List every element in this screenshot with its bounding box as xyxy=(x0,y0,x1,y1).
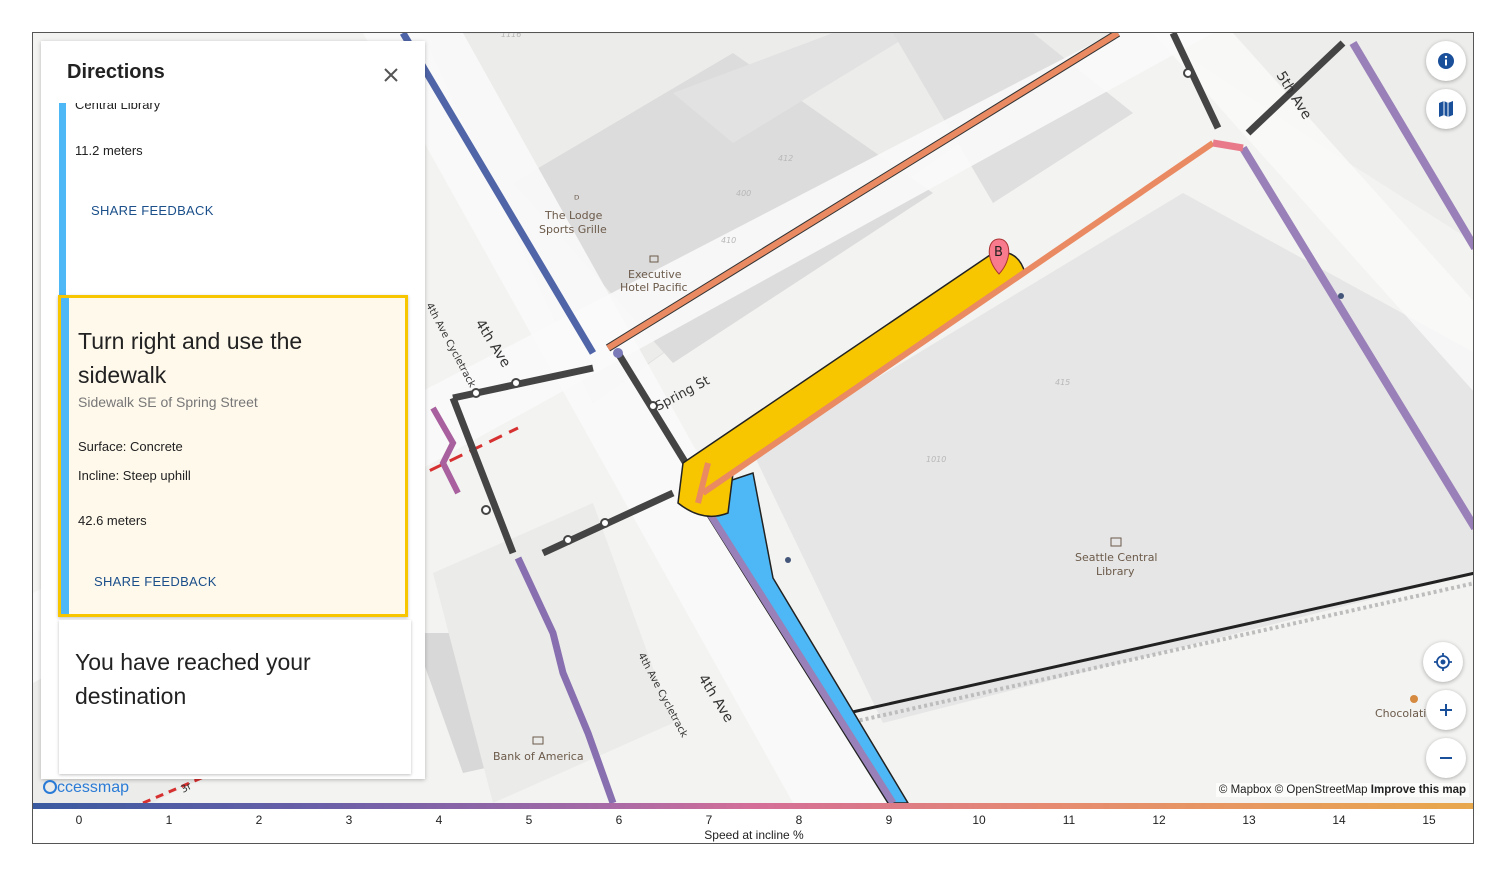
cafe-icon xyxy=(1410,695,1418,703)
legend-tick: 14 xyxy=(1332,813,1346,827)
arrival-text: destination xyxy=(75,683,187,709)
legend-tick: 11 xyxy=(1062,813,1076,827)
legend-tick: 5 xyxy=(525,813,533,827)
poi-hotel-1[interactable]: Executive xyxy=(628,268,682,281)
directions-panel: Directions Central Library 11.2 meters S… xyxy=(41,41,425,779)
legend-label: Speed at incline % xyxy=(704,828,804,842)
zoom-out-button[interactable] xyxy=(1426,738,1466,778)
poi-library-1[interactable]: Seattle Central xyxy=(1075,551,1158,564)
logo-text: ccessmap xyxy=(57,779,130,796)
legend-tick: 10 xyxy=(972,813,986,827)
legend-tick: 2 xyxy=(255,813,263,827)
building-number: 412 xyxy=(778,154,793,163)
info-button[interactable] xyxy=(1426,41,1466,81)
step-distance: 11.2 meters xyxy=(75,143,143,158)
improve-map-link[interactable]: Improve this map xyxy=(1371,784,1466,796)
legend-tick: 7 xyxy=(705,813,713,827)
step-title: sidewalk xyxy=(78,362,167,388)
panel-title: Directions xyxy=(67,61,165,83)
osm-attribution-link[interactable]: © OpenStreetMap xyxy=(1275,784,1368,796)
logo-mark-icon xyxy=(43,780,57,794)
legend-tick: 13 xyxy=(1242,813,1256,827)
legend-tick: 15 xyxy=(1422,813,1436,827)
map-layers-button[interactable] xyxy=(1426,89,1466,129)
step-street-name: Central Library xyxy=(75,103,161,112)
legend-tick: 12 xyxy=(1152,813,1166,827)
zoom-in-icon xyxy=(1440,704,1452,716)
zoom-in-button[interactable] xyxy=(1426,690,1466,730)
legend-tick: 1 xyxy=(165,813,173,827)
incline-legend: 0 1 2 3 4 5 6 7 8 9 10 11 12 13 14 15 Speed at incline … xyxy=(33,803,1473,843)
map-attribution: © Mapbox © OpenStreetMap Improve this ma… xyxy=(1215,783,1469,797)
info-icon xyxy=(1438,53,1454,69)
restaurant-icon: ᴰ xyxy=(574,193,579,206)
share-feedback-button[interactable]: SHARE FEEDBACK xyxy=(91,203,214,218)
map-frame: Spring St 4th Ave 4th Ave 5th Ave 4th Av… xyxy=(32,32,1474,844)
share-feedback-button[interactable]: SHARE FEEDBACK xyxy=(94,574,217,589)
geolocate-icon xyxy=(1434,653,1452,671)
building-number: 400 xyxy=(736,189,751,198)
poi-lodge-1[interactable]: The Lodge xyxy=(544,209,603,222)
zoom-out-icon xyxy=(1440,757,1452,759)
building-number: 415 xyxy=(1055,378,1070,387)
steps-list[interactable]: Central Library 11.2 meters SHARE FEEDBA… xyxy=(41,103,425,779)
building-number: 1116 xyxy=(501,33,521,39)
step-color-bar xyxy=(61,298,69,614)
marker-label: B xyxy=(994,245,1003,260)
step-incline: Incline: Steep uphill xyxy=(78,468,191,483)
legend-tick: 3 xyxy=(345,813,353,827)
step-card-active[interactable]: Turn right and use the sidewalk Sidewalk… xyxy=(58,295,408,617)
legend-tick: 6 xyxy=(615,813,623,827)
building-number: 410 xyxy=(721,236,736,245)
legend-tick: 9 xyxy=(885,813,893,827)
step-card[interactable]: Central Library 11.2 meters SHARE FEEDBA… xyxy=(59,103,393,295)
arrival-card: You have reached your destination xyxy=(59,620,411,774)
step-color-bar xyxy=(59,103,66,295)
legend-tick: 4 xyxy=(435,813,443,827)
mapbox-attribution-link[interactable]: © Mapbox xyxy=(1219,784,1272,796)
close-icon[interactable] xyxy=(379,63,403,87)
step-surface: Surface: Concrete xyxy=(78,439,183,454)
poi-bank[interactable]: Bank of America xyxy=(493,750,584,763)
poi-choc[interactable]: Chocolati xyxy=(1375,707,1426,720)
poi-lodge-2[interactable]: Sports Grille xyxy=(539,223,607,236)
poi-library-2[interactable]: Library xyxy=(1096,565,1135,578)
accessmap-logo: ccessmap xyxy=(43,779,129,797)
legend-gradient-bar xyxy=(33,803,1473,809)
step-title: Turn right and use the xyxy=(78,328,303,354)
legend-tick: 0 xyxy=(75,813,83,827)
geolocate-button[interactable] xyxy=(1423,642,1463,682)
legend-tick: 8 xyxy=(795,813,803,827)
map-layers-icon xyxy=(1439,101,1453,117)
arrival-text: You have reached your xyxy=(75,649,311,675)
step-subtitle: Sidewalk SE of Spring Street xyxy=(78,394,258,410)
building-number: 1010 xyxy=(926,455,946,464)
poi-hotel-2[interactable]: Hotel Pacific xyxy=(620,281,688,294)
step-distance: 42.6 meters xyxy=(78,513,147,528)
